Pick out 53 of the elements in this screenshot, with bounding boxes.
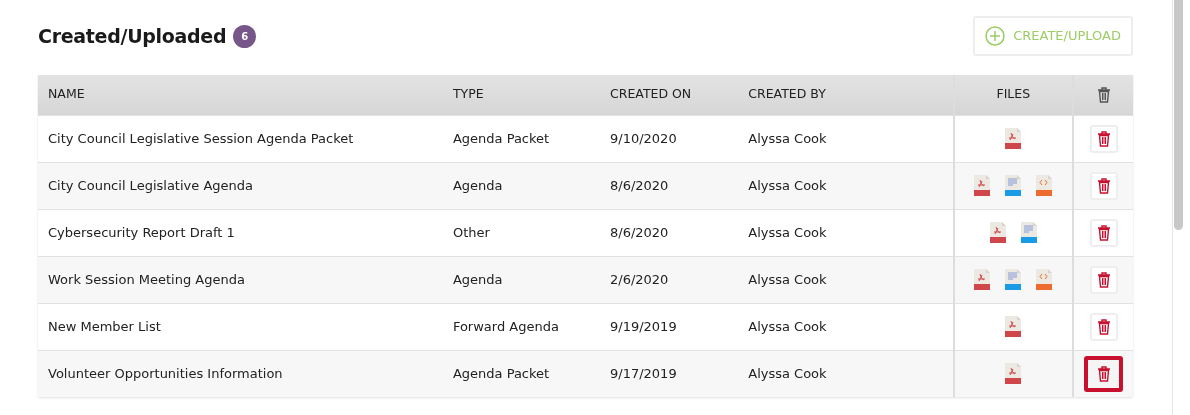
- pdf-file-icon[interactable]: [973, 268, 992, 291]
- trash-icon: [1096, 130, 1111, 147]
- table-cell: Alyssa Cook: [748, 366, 827, 381]
- trash-icon: [1096, 271, 1111, 288]
- doc-file-icon[interactable]: [1004, 174, 1023, 197]
- column-header: CREATED BY: [748, 86, 826, 102]
- table-cell: Alyssa Cook: [748, 177, 827, 193]
- doc-file-icon[interactable]: [1019, 221, 1038, 244]
- scrollbar[interactable]: [1174, 0, 1183, 230]
- table-cell: 9/10/2020: [610, 130, 677, 146]
- section-title: Created/Uploaded: [38, 24, 227, 48]
- table-cell: New Member List: [48, 318, 161, 334]
- pdf-file-icon[interactable]: [988, 221, 1007, 244]
- trash-icon: [1096, 224, 1111, 241]
- code-file-icon[interactable]: [1035, 174, 1054, 197]
- table-cell: 8/6/2020: [610, 177, 669, 193]
- code-file-icon[interactable]: [1035, 268, 1054, 291]
- table-cell: City Council Legislative Session Agenda Packet: [48, 130, 354, 146]
- table-cell: 8/6/2020: [610, 224, 669, 240]
- column-header: NAME: [48, 86, 85, 102]
- table-cell: Agenda Packet: [452, 130, 550, 146]
- trash-icon: [1096, 177, 1111, 194]
- table-cell: Alyssa Cook: [748, 130, 827, 146]
- trash-icon: [1096, 318, 1111, 335]
- delete-button[interactable]: [1084, 355, 1123, 392]
- table-cell: Other: [452, 224, 490, 240]
- pdf-file-icon[interactable]: [1004, 315, 1023, 338]
- table-cell: Volunteer Opportunities Information: [48, 366, 283, 381]
- column-header: CREATED ON: [610, 86, 692, 102]
- table-cell: Work Session Meeting Agenda: [48, 271, 245, 287]
- column-header: TYPE: [452, 86, 484, 102]
- column-header: FILES: [996, 86, 1031, 102]
- table-cell: Agenda Packet: [452, 366, 550, 381]
- table-cell: 9/17/2019: [610, 366, 677, 381]
- count-badge: 6: [233, 24, 257, 48]
- create-upload-button[interactable]: CREATE/UPLOAD: [973, 16, 1133, 56]
- table-cell: City Council Legislative Agenda: [48, 177, 253, 193]
- pdf-file-icon[interactable]: [1004, 127, 1023, 150]
- table-cell: Alyssa Cook: [748, 271, 827, 287]
- table-cell: Agenda: [452, 271, 503, 287]
- table-cell: Alyssa Cook: [748, 224, 827, 240]
- trash-icon: [1096, 365, 1111, 382]
- table-cell: 2/6/2020: [610, 271, 669, 287]
- doc-file-icon[interactable]: [1004, 268, 1023, 291]
- table-cell: 9/19/2019: [610, 318, 677, 334]
- table-cell: Alyssa Cook: [748, 318, 827, 334]
- table-cell: Agenda: [452, 177, 503, 193]
- plus-circle-icon: [985, 26, 1006, 46]
- pdf-file-icon[interactable]: [1004, 362, 1023, 386]
- trash-icon: [1096, 86, 1111, 103]
- table-cell: Forward Agenda: [452, 318, 559, 334]
- table-cell: Cybersecurity Report Draft 1: [48, 224, 235, 240]
- pdf-file-icon[interactable]: [973, 174, 992, 197]
